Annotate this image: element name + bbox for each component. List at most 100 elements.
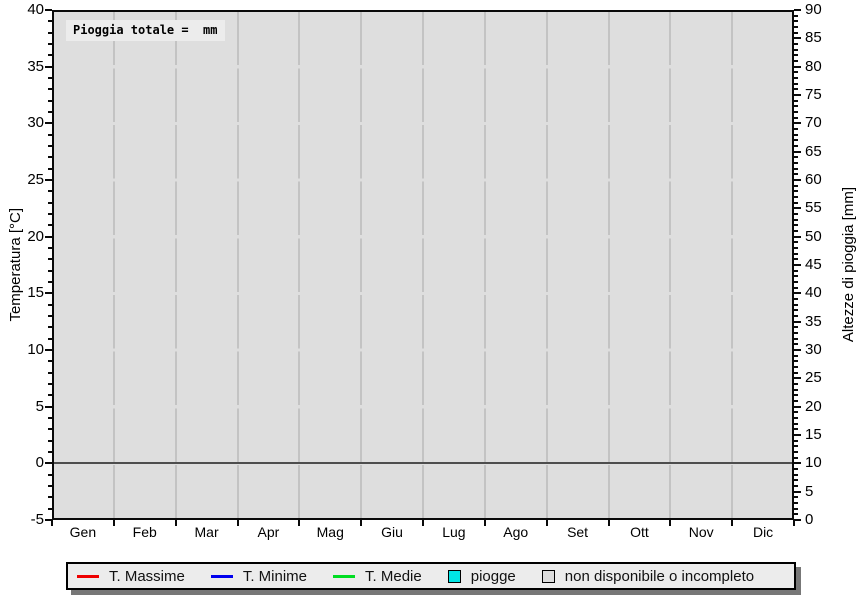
left-axis-tick <box>48 134 52 136</box>
right-axis-tick <box>794 513 798 515</box>
left-axis-tick <box>45 66 52 68</box>
right-axis-tick <box>794 321 801 323</box>
right-axis-tick <box>794 224 798 226</box>
right-axis-tick <box>794 287 798 289</box>
legend-square-marker <box>448 570 461 583</box>
left-axis-tick <box>45 292 52 294</box>
right-axis-tick <box>794 247 798 249</box>
right-axis-tick <box>794 253 798 255</box>
left-axis-title-strip: Temperatura [°C] <box>2 10 28 520</box>
right-axis-tick <box>794 275 798 277</box>
legend-item-3: piogge <box>448 568 516 585</box>
right-axis-tick <box>794 156 798 158</box>
x-month-label: Ott <box>609 524 671 540</box>
month-gridline <box>608 10 610 520</box>
right-axis-tick <box>794 338 798 340</box>
right-axis-tick <box>794 434 801 436</box>
total-rain-annotation: Pioggia totale = mm <box>66 20 225 41</box>
legend-label: T. Medie <box>365 568 422 585</box>
right-axis-tick <box>794 479 798 481</box>
right-axis-tick <box>794 230 798 232</box>
right-axis-tick <box>794 496 798 498</box>
legend-line-marker <box>333 575 355 578</box>
right-axis-tick <box>794 190 798 192</box>
right-axis-tick <box>794 360 798 362</box>
month-gridline <box>546 10 548 520</box>
right-axis-tick <box>794 440 798 442</box>
right-axis-tick <box>794 349 801 351</box>
right-axis-tick <box>794 309 798 311</box>
left-axis-tick <box>48 281 52 283</box>
left-axis-tick <box>48 428 52 430</box>
right-axis-tick <box>794 202 798 204</box>
right-axis-tick <box>794 151 801 153</box>
right-axis-tick <box>794 428 798 430</box>
month-gridline <box>175 10 177 520</box>
right-axis-tick <box>794 406 801 408</box>
right-axis-tick <box>794 139 798 141</box>
legend-line-marker <box>77 575 99 578</box>
left-axis-tick <box>48 111 52 113</box>
right-axis-tick <box>794 264 801 266</box>
left-axis-tick <box>48 360 52 362</box>
right-axis-tick <box>794 417 798 419</box>
right-axis-tick <box>794 281 798 283</box>
right-axis-tick <box>794 37 801 39</box>
right-axis-tick <box>794 292 801 294</box>
right-axis-tick <box>794 366 798 368</box>
left-axis-tick <box>48 338 52 340</box>
x-month-label: Nov <box>670 524 732 540</box>
right-axis-tick <box>794 219 798 221</box>
left-axis-tick <box>48 100 52 102</box>
right-axis-tick <box>794 508 798 510</box>
right-axis-tick <box>794 196 798 198</box>
left-axis-tick <box>48 417 52 419</box>
left-axis-tick <box>45 9 52 11</box>
left-axis-tick <box>48 508 52 510</box>
right-axis-title-strip: Altezze di pioggia [mm] <box>835 10 861 520</box>
right-axis-tick <box>794 258 798 260</box>
right-axis-tick <box>794 457 798 459</box>
right-axis-tick <box>794 343 798 345</box>
right-axis-tick <box>794 49 798 51</box>
right-axis-tick <box>794 9 801 11</box>
right-axis-tick <box>794 315 798 317</box>
right-axis-tick <box>794 491 801 493</box>
legend: T. MassimeT. MinimeT. Mediepioggenon dis… <box>66 562 796 590</box>
x-month-label: Dic <box>732 524 794 540</box>
x-month-label: Mar <box>176 524 238 540</box>
right-axis-tick <box>794 519 801 521</box>
right-axis-tick <box>794 468 798 470</box>
left-axis-tick <box>48 224 52 226</box>
left-axis-tick <box>48 383 52 385</box>
legend-item-1: T. Minime <box>211 568 307 585</box>
x-month-label: Giu <box>361 524 423 540</box>
right-axis-tick <box>794 207 801 209</box>
right-axis-tick <box>794 43 798 45</box>
right-axis-tick <box>794 60 798 62</box>
right-axis-tick <box>794 298 798 300</box>
right-axis-tick <box>794 105 798 107</box>
right-axis-tick <box>794 423 798 425</box>
x-month-label: Set <box>547 524 609 540</box>
right-axis-tick <box>794 502 798 504</box>
legend-line-marker <box>211 575 233 578</box>
left-axis-tick <box>48 88 52 90</box>
left-axis-tick <box>48 43 52 45</box>
right-axis-tick <box>794 377 801 379</box>
legend-label: non disponibile o incompleto <box>565 568 754 585</box>
right-axis-tick <box>794 304 798 306</box>
left-axis-tick <box>48 77 52 79</box>
right-axis-tick <box>794 445 798 447</box>
x-month-label: Apr <box>238 524 300 540</box>
right-axis-tick <box>794 383 798 385</box>
climate-chart: 4035302520151050-59085807570656055504540… <box>0 0 865 600</box>
legend-label: T. Minime <box>243 568 307 585</box>
right-axis-tick <box>794 355 798 357</box>
left-axis-tick <box>48 315 52 317</box>
legend-item-2: T. Medie <box>333 568 422 585</box>
left-axis-tick <box>48 156 52 158</box>
right-axis-tick <box>794 236 801 238</box>
left-axis-tick <box>48 304 52 306</box>
right-axis-tick <box>794 168 798 170</box>
